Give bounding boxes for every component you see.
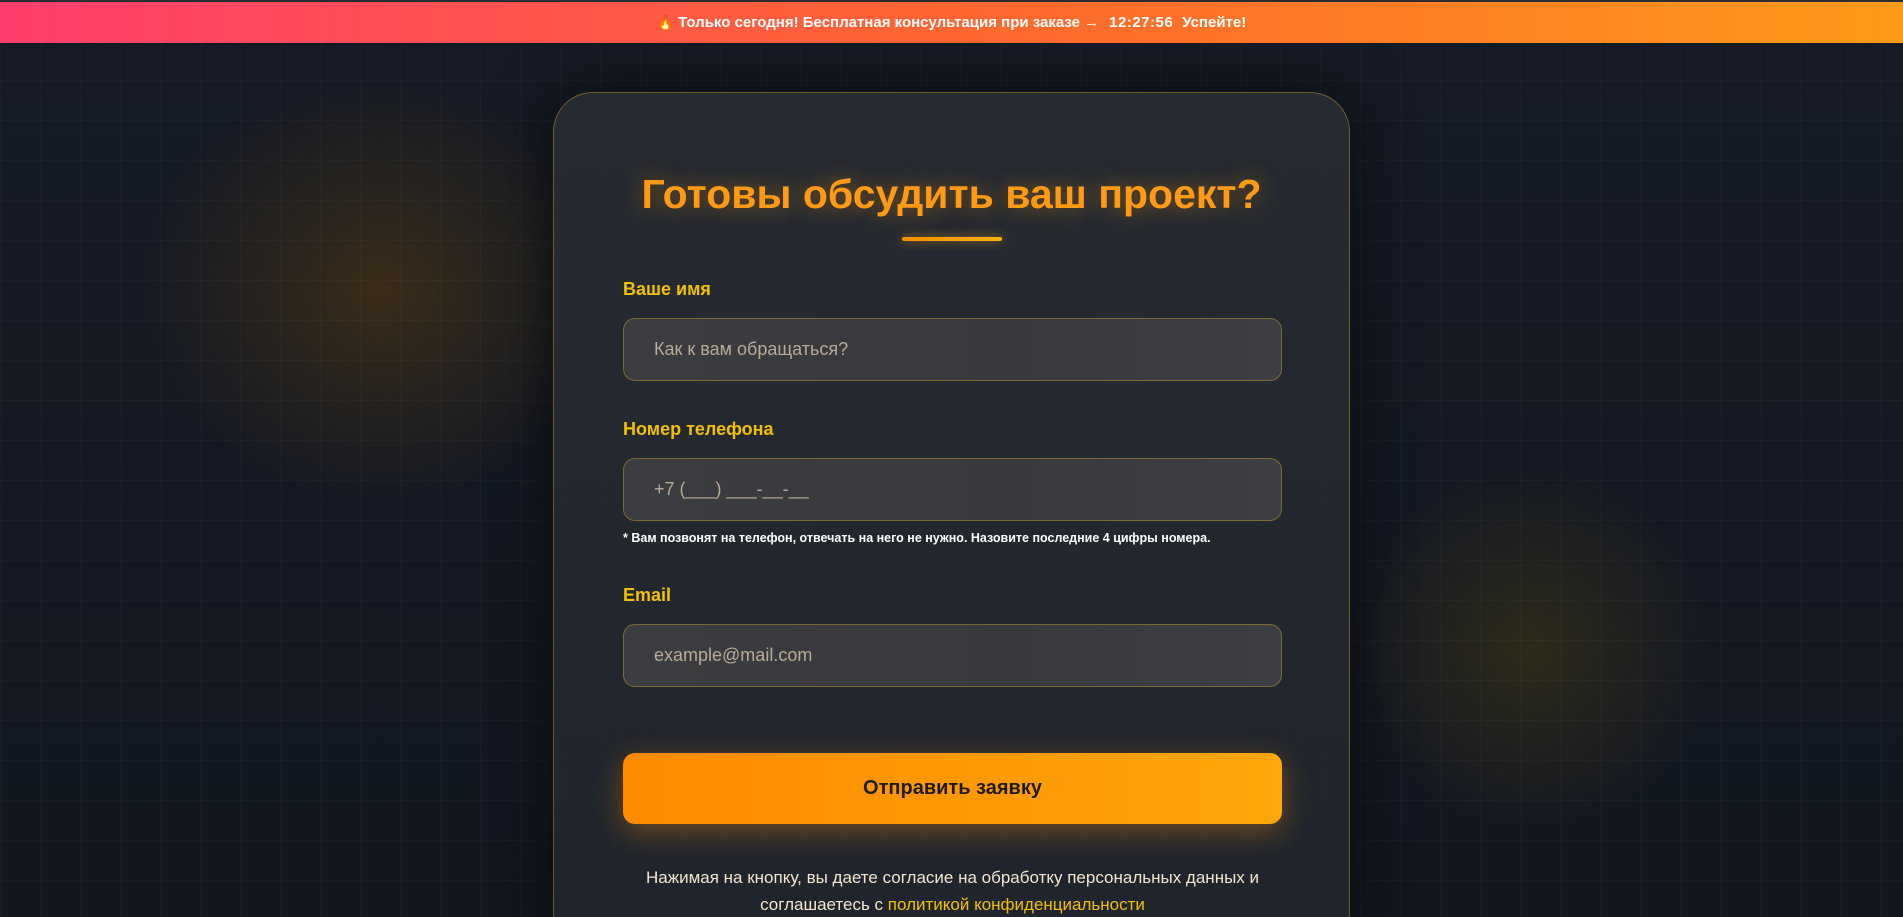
form-title: Готовы обсудить ваш проект? <box>641 171 1262 217</box>
phone-hint: * Вам позвонят на телефон, отвечать на н… <box>623 531 1211 545</box>
title-underline <box>902 237 1002 241</box>
contact-form-card: Готовы обсудить ваш проект? Ваше имя Ном… <box>553 92 1350 917</box>
countdown-timer: 12:27:56 <box>1109 14 1174 31</box>
promo-text: Только сегодня! Бесплатная консультация … <box>678 14 1100 31</box>
email-label: Email <box>623 585 672 605</box>
name-input[interactable] <box>623 318 1282 381</box>
name-label: Ваше имя <box>623 279 711 299</box>
fire-icon: 🔥 <box>656 14 675 30</box>
consent-note: Нажимая на кнопку, вы даете согласие на … <box>594 864 1311 917</box>
promo-cta: Успейте! <box>1182 14 1247 31</box>
page: 🔥 Только сегодня! Бесплатная консультаци… <box>0 0 1903 917</box>
submit-button[interactable]: Отправить заявку <box>623 753 1282 824</box>
promo-banner: 🔥 Только сегодня! Бесплатная консультаци… <box>0 0 1903 43</box>
phone-input[interactable] <box>623 458 1282 521</box>
privacy-policy-link[interactable]: политикой конфиденциальности <box>888 895 1145 914</box>
phone-label: Номер телефона <box>623 419 774 439</box>
email-input[interactable] <box>623 624 1282 687</box>
